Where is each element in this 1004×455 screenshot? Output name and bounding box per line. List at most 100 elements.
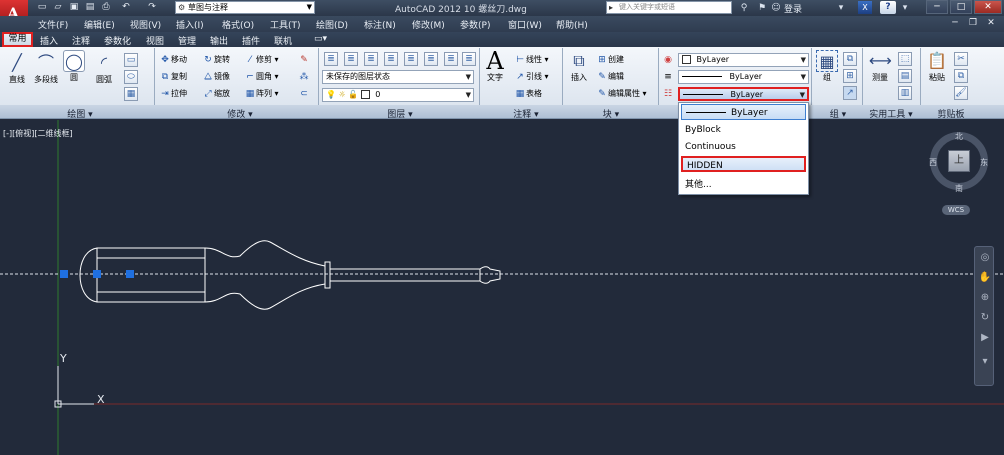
exchange-button[interactable]: X <box>858 1 872 14</box>
quick-calc-icon[interactable]: ▤ <box>898 69 912 83</box>
create-block-tool[interactable]: ⊞ 创建 <box>596 54 624 66</box>
match-prop-icon[interactable]: 🖌 <box>954 86 968 100</box>
layer-properties-icon[interactable]: ≣ <box>324 52 338 66</box>
linetype-select[interactable]: ByLayer ▼ <box>678 87 809 101</box>
explode-tool[interactable]: ⁂ <box>298 71 310 83</box>
stretch-tool[interactable]: ⇥ 拉伸 <box>159 88 187 100</box>
layers-panel-title-overlay[interactable]: 图层 ▾ <box>360 107 440 120</box>
quick-select-icon[interactable]: ⬚ <box>898 52 912 66</box>
tab-manage[interactable]: 管理 <box>178 34 196 47</box>
table-tool[interactable]: ▦ 表格 <box>514 88 542 100</box>
open-file-icon[interactable]: ▱ <box>52 2 64 13</box>
tab-online[interactable]: 联机 <box>274 34 292 47</box>
menu-edit[interactable]: 编辑(E) <box>84 18 115 31</box>
viewport-controls-label[interactable]: [-][俯视][二维线框] <box>3 128 73 139</box>
redo-icon[interactable]: ↷ <box>146 2 158 13</box>
compass-south[interactable]: 南 <box>955 183 963 194</box>
close-button[interactable]: ✕ <box>974 0 1002 14</box>
text-tool-button[interactable]: A 文字 <box>482 49 508 83</box>
arc-tool-button[interactable]: ◜ 圆弧 <box>90 52 118 85</box>
linetype-option-bylayer[interactable]: ByLayer <box>681 104 806 120</box>
rotate-tool[interactable]: ↻ 旋转 <box>202 54 230 66</box>
menu-modify[interactable]: 修改(M) <box>412 18 445 31</box>
minimize-button[interactable]: ─ <box>926 0 948 14</box>
layer-isolate-icon[interactable]: ≣ <box>364 52 378 66</box>
maximize-button[interactable]: □ <box>950 0 972 14</box>
linetype-option-byblock[interactable]: ByBlock <box>681 122 806 138</box>
tab-plugins[interactable]: 插件 <box>242 34 260 47</box>
linetype-option-hidden[interactable]: HIDDEN <box>681 156 806 172</box>
modify-panel-title-overlay[interactable]: 修改 ▾ <box>200 107 280 120</box>
layer-select[interactable]: 💡 ☼ 🔓 0 ▼ <box>322 88 474 102</box>
edit-attributes-tool[interactable]: ✎ 编辑属性 ▾ <box>596 88 646 100</box>
id-point-icon[interactable]: ▥ <box>898 86 912 100</box>
circle-tool-button[interactable]: ◯ 圆 <box>60 50 88 83</box>
search-input[interactable]: ▸ 键入关键字或短语 <box>606 1 732 14</box>
cut-icon[interactable]: ✂ <box>954 52 968 66</box>
annotation-panel-title-overlay[interactable]: 注释 ▾ <box>496 107 556 120</box>
groups-panel-title-overlay[interactable]: 组 ▾ <box>822 107 854 120</box>
layer-match-icon[interactable]: ≣ <box>444 52 458 66</box>
steering-wheel-icon[interactable]: ◎ <box>978 251 992 265</box>
compass-north[interactable]: 北 <box>955 131 963 142</box>
tab-parametric[interactable]: 参数化 <box>104 34 131 47</box>
menu-format[interactable]: 格式(O) <box>222 18 254 31</box>
help-button[interactable]: ? <box>880 1 896 14</box>
compass-west[interactable]: 西 <box>929 157 937 168</box>
offset-tool[interactable]: ⊂ <box>298 88 310 100</box>
layer-off-icon[interactable]: ≣ <box>404 52 418 66</box>
line-tool-button[interactable]: ╱ 直线 <box>3 52 31 85</box>
fillet-tool[interactable]: ⌐ 圆角 ▾ <box>244 71 278 83</box>
leader-tool[interactable]: ↗ 引线 ▾ <box>514 71 548 83</box>
hatch-icon[interactable]: ▦ <box>124 87 138 101</box>
draw-panel-title-overlay[interactable]: 绘图 ▾ <box>40 107 120 120</box>
copy-clip-icon[interactable]: ⧉ <box>954 69 968 83</box>
menu-view[interactable]: 视图(V) <box>130 18 161 31</box>
trim-tool[interactable]: ⁄ 修剪 ▾ <box>244 54 278 66</box>
doc-restore-button[interactable]: ❐ <box>966 17 980 30</box>
tab-annotate[interactable]: 注释 <box>72 34 90 47</box>
menu-insert[interactable]: 插入(I) <box>176 18 204 31</box>
subscription-icon[interactable]: ⚑ <box>756 2 768 14</box>
group-selection-icon[interactable]: ↗ <box>843 86 857 100</box>
print-icon[interactable]: ⎙ <box>100 2 112 13</box>
compass-east[interactable]: 东 <box>980 157 988 168</box>
tab-insert[interactable]: 插入 <box>40 34 58 47</box>
block-panel-title-overlay[interactable]: 块 ▾ <box>586 107 636 120</box>
orbit-icon[interactable]: ↻ <box>978 311 992 325</box>
array-tool[interactable]: ▦ 阵列 ▾ <box>244 88 279 100</box>
insert-block-button[interactable]: ⧉ 插入 <box>566 50 592 83</box>
wcs-menu[interactable]: WCS <box>942 205 970 215</box>
group-tool-button[interactable]: ▦ 组 <box>815 50 839 83</box>
tab-view[interactable]: 视图 <box>146 34 164 47</box>
color-select[interactable]: ByLayer ▼ <box>678 53 809 67</box>
ellipse-icon[interactable]: ⬭ <box>124 70 138 84</box>
layer-state-icon[interactable]: ≣ <box>344 52 358 66</box>
scale-tool[interactable]: ⤢ 缩放 <box>202 88 230 100</box>
tab-output[interactable]: 输出 <box>210 34 228 47</box>
user-icon[interactable]: ☺ <box>770 2 782 14</box>
copy-tool[interactable]: ⧉ 复制 <box>159 71 187 83</box>
ungroup-icon[interactable]: ⧉ <box>843 52 857 66</box>
navbar-options-icon[interactable]: ▾ <box>978 355 992 369</box>
linetype-option-continuous[interactable]: Continuous <box>681 139 806 155</box>
linear-dimension-tool[interactable]: ⊢ 线性 ▾ <box>514 54 548 66</box>
mirror-tool[interactable]: ⧋ 镜像 <box>202 71 230 83</box>
save-as-icon[interactable]: ▤ <box>84 2 96 13</box>
erase-tool[interactable]: ✎ <box>298 54 310 66</box>
edit-block-tool[interactable]: ✎ 编辑 <box>596 71 624 83</box>
help-dropdown-icon[interactable]: ▾ <box>900 2 910 14</box>
menu-parametric[interactable]: 参数(P) <box>460 18 490 31</box>
undo-icon[interactable]: ↶ <box>120 2 132 13</box>
lineweight-select[interactable]: ByLayer ▼ <box>678 70 809 84</box>
match-properties-icon[interactable]: ◉ <box>662 54 674 66</box>
move-tool[interactable]: ✥ 移动 <box>159 54 187 66</box>
layer-state-select[interactable]: 未保存的图层状态 ▼ <box>322 70 474 84</box>
menu-file[interactable]: 文件(F) <box>38 18 68 31</box>
ribbon-toggle-icon[interactable]: ▭▾ <box>314 34 327 44</box>
menu-help[interactable]: 帮助(H) <box>556 18 588 31</box>
tab-home[interactable]: 常用 <box>2 32 33 47</box>
utilities-panel-title-overlay[interactable]: 实用工具 ▾ <box>862 107 920 120</box>
zoom-extents-icon[interactable]: ⊕ <box>978 291 992 305</box>
polyline-tool-button[interactable]: ⌒ 多段线 <box>30 52 62 85</box>
